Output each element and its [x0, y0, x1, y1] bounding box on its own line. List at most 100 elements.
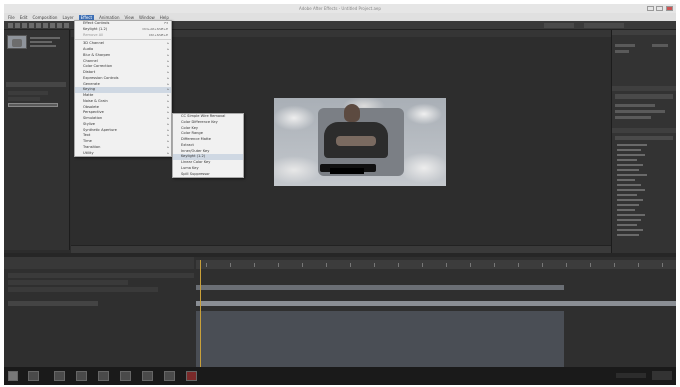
layer-row-selected[interactable] [8, 301, 98, 306]
menu-composition[interactable]: Composition [32, 15, 57, 20]
zoom-tool-icon[interactable] [22, 23, 27, 28]
menu-animation[interactable]: Animation [99, 15, 119, 20]
menu-item-label: Color Correction [83, 64, 113, 69]
hand-tool-icon[interactable] [15, 23, 20, 28]
maximize-button[interactable] [656, 6, 663, 11]
menu-item-label: Stylize [83, 121, 95, 126]
selection-tool-icon[interactable] [8, 23, 13, 28]
footage-info-line [30, 37, 60, 39]
menu-item-label: Color Key [181, 125, 199, 130]
taskbar-app-icon[interactable] [142, 371, 153, 381]
menu-window[interactable]: Window [139, 15, 155, 20]
effects-category[interactable] [617, 179, 635, 181]
subject-head [344, 104, 360, 122]
menu-item-label: Synthetic Aperture [83, 127, 117, 132]
menu-effect[interactable]: Effect [78, 14, 95, 20]
info-value [652, 44, 668, 47]
effects-category[interactable] [617, 154, 645, 156]
window-title: Adobe After Effects - Untitled Project.a… [299, 6, 381, 11]
effects-category[interactable] [617, 174, 647, 176]
taskbar-app-icon[interactable] [120, 371, 131, 381]
system-tray [616, 373, 646, 378]
preview-panel-header [612, 86, 676, 91]
menu-item-label: Difference Matte [181, 137, 212, 141]
pen-tool-icon[interactable] [57, 23, 62, 28]
taskbar-app-icon[interactable] [76, 371, 87, 381]
menu-item-label: Inner/Outer Key [181, 148, 210, 153]
layer-row[interactable] [8, 273, 194, 278]
minimize-button[interactable] [647, 6, 654, 11]
menu-item[interactable]: Spill Suppressor [173, 172, 243, 178]
search-help-field[interactable] [584, 23, 624, 28]
pan-behind-tool-icon[interactable] [43, 23, 48, 28]
time-ruler[interactable] [196, 260, 676, 269]
menu-item-label: Noise & Grain [83, 98, 108, 103]
project-item-selected[interactable] [8, 103, 58, 107]
effects-category[interactable] [617, 214, 645, 216]
ruler-tick [566, 263, 567, 267]
menu-item-label: Channel [83, 58, 98, 63]
menu-item-label: Audio [83, 47, 94, 51]
project-panel [4, 30, 70, 250]
ruler-tick [542, 263, 543, 267]
taskbar-app-icon[interactable] [98, 371, 109, 381]
effects-category[interactable] [617, 209, 635, 211]
layer-row[interactable] [8, 280, 128, 285]
title-bar: Adobe After Effects - Untitled Project.a… [4, 4, 676, 13]
camera-tool-icon[interactable] [36, 23, 41, 28]
effects-category[interactable] [617, 149, 641, 151]
project-item[interactable] [8, 91, 48, 95]
close-button[interactable] [666, 6, 673, 11]
effects-category[interactable] [617, 229, 643, 231]
taskbar-app-icon[interactable] [28, 371, 39, 381]
info-panel-header [612, 30, 676, 35]
rotate-tool-icon[interactable] [29, 23, 34, 28]
ruler-tick [230, 263, 231, 267]
current-time-indicator[interactable] [200, 260, 201, 367]
effects-category[interactable] [617, 204, 639, 206]
menu-item-label: Remove All [83, 32, 104, 37]
project-item[interactable] [8, 97, 40, 101]
text-tool-icon[interactable] [64, 23, 69, 28]
effects-category[interactable] [617, 169, 639, 171]
menu-item-label: Color Difference Key [181, 119, 218, 124]
ruler-tick [494, 263, 495, 267]
effects-category[interactable] [617, 144, 647, 146]
effects-category[interactable] [617, 194, 637, 196]
menu-layer[interactable]: Layer [62, 15, 73, 20]
project-search-bar[interactable] [6, 82, 66, 87]
menu-view[interactable]: View [125, 15, 135, 20]
preview-controls[interactable] [615, 94, 673, 99]
viewer-controls-bar [71, 245, 611, 253]
effects-category[interactable] [617, 159, 637, 161]
effects-category[interactable] [617, 184, 641, 186]
taskbar-app-icon[interactable] [54, 371, 65, 381]
effects-search-input[interactable] [615, 136, 673, 140]
ruler-tick [278, 263, 279, 267]
menu-item[interactable]: Utility ▸ [75, 151, 171, 157]
menu-item-label: Obsolete [83, 104, 100, 109]
ruler-tick [470, 263, 471, 267]
taskbar-app-icon[interactable] [186, 371, 197, 381]
effects-category[interactable] [617, 164, 643, 166]
menu-edit[interactable]: Edit [20, 15, 28, 20]
ruler-tick [206, 263, 207, 267]
menu-item[interactable]: Remove All Ctrl+Shift+E [75, 33, 171, 39]
effects-category[interactable] [617, 219, 641, 221]
effects-category[interactable] [617, 199, 643, 201]
effects-category[interactable] [617, 224, 637, 226]
layer-duration-bar[interactable] [196, 285, 564, 290]
menu-file[interactable]: File [8, 15, 15, 20]
layer-duration-bar[interactable] [196, 301, 676, 306]
workspace-selector[interactable] [544, 23, 574, 28]
effects-category[interactable] [617, 189, 645, 191]
effects-category[interactable] [617, 234, 639, 236]
menu-item-label: Time [83, 139, 92, 143]
layer-row[interactable] [8, 287, 158, 292]
effects-presets-header [612, 128, 676, 133]
menu-help[interactable]: Help [160, 15, 169, 20]
footage-info-line [30, 41, 52, 43]
taskbar-app-icon[interactable] [164, 371, 175, 381]
start-button[interactable] [8, 371, 18, 381]
mask-tool-icon[interactable] [50, 23, 55, 28]
